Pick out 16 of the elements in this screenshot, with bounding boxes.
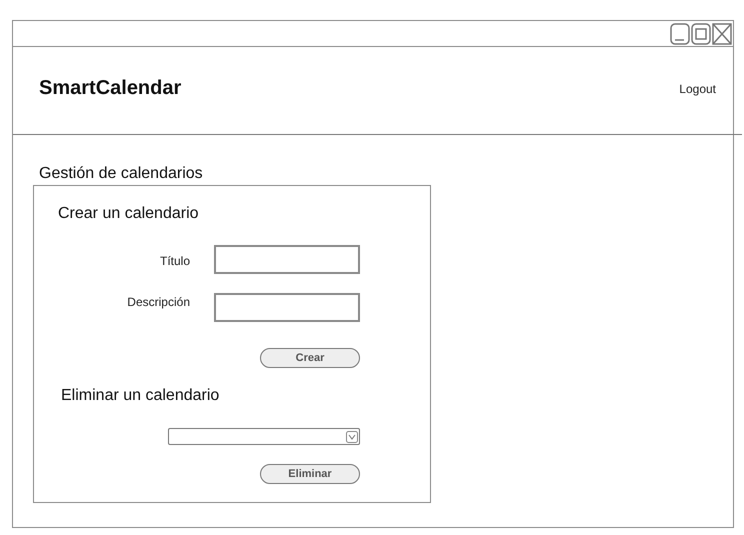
logout-link[interactable]: Logout: [679, 82, 716, 96]
field-label: Descripción: [126, 295, 190, 309]
delete-heading: Eliminar un calendario: [61, 387, 220, 405]
calendar-dropdown[interactable]: [168, 428, 360, 445]
minimize-icon[interactable]: [670, 22, 690, 44]
chevron-down-icon: [346, 430, 358, 442]
create-heading: Crear un calendario: [58, 205, 199, 223]
close-icon[interactable]: [712, 22, 732, 44]
maximize-icon[interactable]: [691, 22, 711, 44]
create-button[interactable]: Crear: [260, 348, 360, 368]
delete-button[interactable]: Eliminar: [260, 464, 360, 484]
section-title: Gestión de calendarios: [39, 165, 204, 183]
text-field[interactable]: [214, 293, 360, 322]
app-title: SmartCalendar: [39, 76, 182, 100]
text-field[interactable]: [214, 245, 360, 274]
field-label: Título: [158, 254, 190, 268]
